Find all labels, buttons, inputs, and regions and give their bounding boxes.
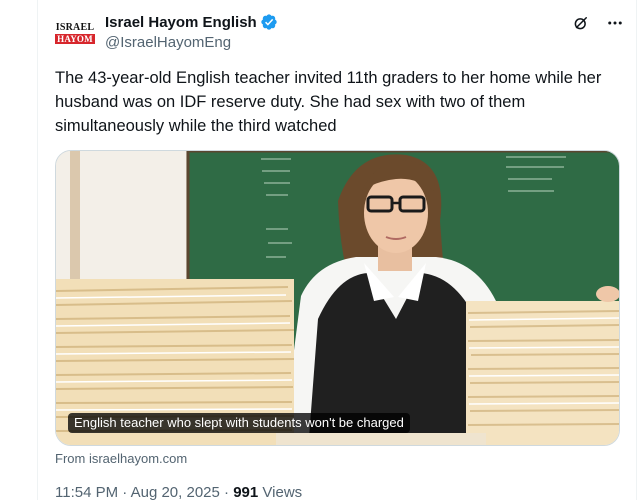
tweet-time[interactable]: 11:54 PM xyxy=(55,484,118,501)
avatar[interactable]: ISRAEL HAYOM xyxy=(55,13,95,53)
link-source[interactable]: From israelhayom.com xyxy=(55,451,187,466)
meta-separator: · xyxy=(219,484,234,501)
teacher-photo xyxy=(56,151,619,445)
more-icon[interactable] xyxy=(605,13,625,33)
display-name[interactable]: Israel Hayom English xyxy=(105,14,257,31)
avatar-logo-line1: ISRAEL xyxy=(55,21,95,33)
author-info: Israel Hayom English @IsraelHayomEng xyxy=(105,11,278,53)
image-caption: English teacher who slept with students … xyxy=(68,413,410,433)
name-row: Israel Hayom English xyxy=(105,11,278,33)
tweet-text: The 43-year-old English teacher invited … xyxy=(55,69,606,135)
views-label: Views xyxy=(262,484,303,501)
views-count: 991 xyxy=(233,484,259,501)
tweet-header: ISRAEL HAYOM Israel Hayom English @Israe… xyxy=(55,11,633,55)
timeline-left-border xyxy=(37,0,38,500)
tweet-date[interactable]: Aug 20, 2025 xyxy=(131,484,220,501)
verified-badge-icon[interactable] xyxy=(260,13,278,31)
meta-separator: · xyxy=(118,484,131,501)
tweet-actions xyxy=(571,13,625,33)
handle[interactable]: @IsraelHayomEng xyxy=(105,33,278,53)
grok-icon[interactable] xyxy=(571,13,591,33)
timeline-right-border xyxy=(636,0,637,500)
link-card-image[interactable]: English teacher who slept with students … xyxy=(55,150,620,446)
avatar-logo-line2: HAYOM xyxy=(55,33,95,44)
tweet-metadata: 11:54 PM · Aug 20, 2025 · 991 Views xyxy=(55,484,302,501)
